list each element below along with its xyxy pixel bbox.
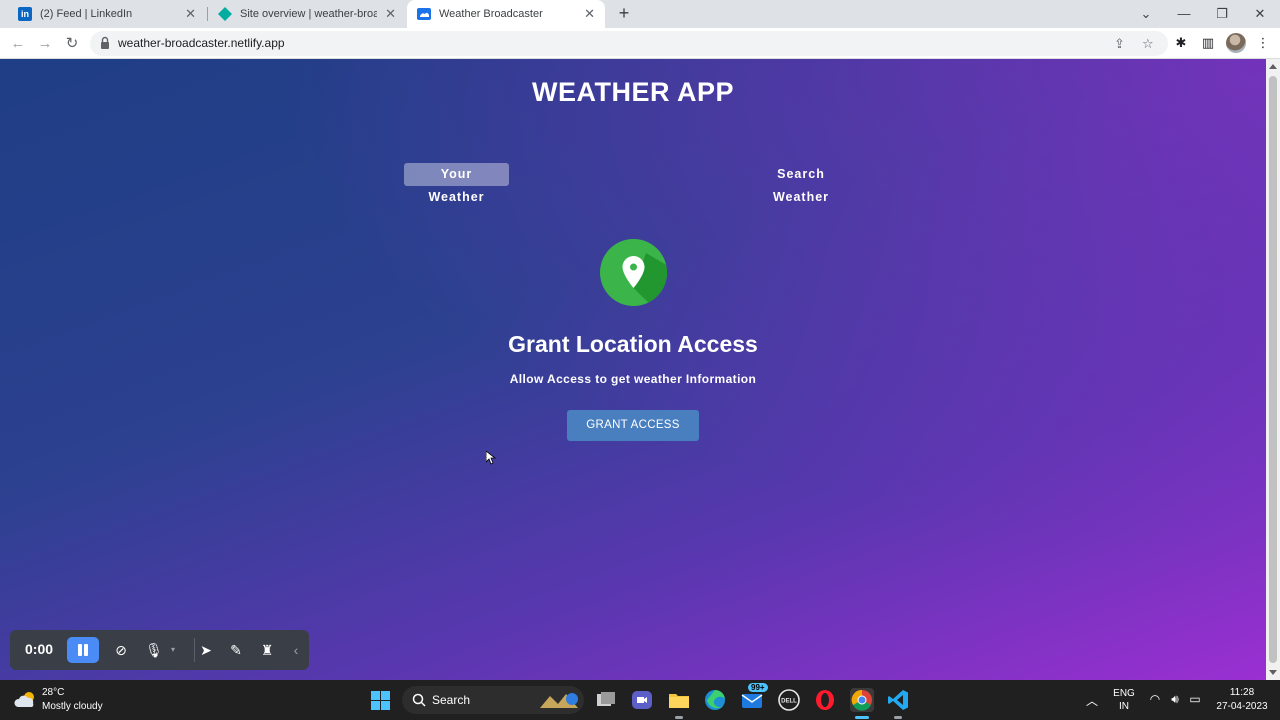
chrome-browser-icon[interactable] [850,688,874,712]
mail-icon[interactable]: 99+ [740,683,768,712]
netlify-icon [218,7,232,21]
tab-your-weather[interactable]: Your Weather [404,163,509,204]
cloud-sun-icon [14,692,34,707]
svg-text:DELL: DELL [781,699,797,705]
grant-location-title: Grant Location Access [508,331,758,357]
windows-taskbar: 28°C Mostly cloudy Search 99+ DELL ︿ ENG… [0,680,1280,720]
url-text: weather-broadcaster.netlify.app [118,36,285,50]
new-tab-button[interactable]: + [614,4,634,24]
volume-icon[interactable]: 🔊︎ [1167,692,1183,707]
dell-icon[interactable]: DELL [777,688,801,712]
scrollbar-thumb[interactable] [1269,76,1277,663]
screen-recorder-toolbar: 0:00 ⊘ 🎙︎ ▾ ➤ ✎ ♜ ‹ [10,630,309,670]
grant-access-button[interactable]: GRANT ACCESS [567,410,699,441]
active-app-indicator [855,716,869,719]
region-indicator: IN [1119,701,1129,712]
mic-off-icon[interactable]: 🎙︎ [144,640,164,660]
search-highlight-icon [540,693,578,708]
profile-avatar[interactable] [1226,33,1246,53]
windows-start-icon[interactable] [371,691,390,710]
file-explorer-icon[interactable] [667,688,691,712]
running-indicator [894,716,902,719]
reload-icon[interactable]: ↻ [62,34,82,54]
tray-overflow-chevron-icon[interactable]: ︿ [1084,692,1100,709]
recorder-separator [194,638,195,662]
clock-date: 27-04-2023 [1216,701,1268,712]
mouse-cursor-icon [486,451,496,465]
tab-linkedin[interactable]: in (2) Feed | LinkedIn ✕ [8,0,206,28]
camera-off-icon[interactable]: ⊘ [111,640,131,660]
address-bar[interactable]: weather-broadcaster.netlify.app ⇪ ☆ [90,31,1168,56]
mail-badge: 99+ [748,683,768,692]
tab-search-weather[interactable]: Search Weather [741,163,861,204]
scroll-up-icon[interactable] [1269,64,1277,69]
lock-icon [101,36,109,49]
forward-arrow-icon[interactable]: → [35,34,55,54]
tab-search-chevron-icon[interactable]: ⌄ [1134,4,1158,24]
mic-dropdown-icon[interactable]: ▾ [168,640,178,660]
battery-icon[interactable]: ▭ [1187,692,1203,706]
running-indicator [675,716,683,719]
tab-weather-broadcaster[interactable]: Weather Broadcaster ✕ [407,0,605,28]
extensions-puzzle-icon[interactable]: ✱ [1172,34,1190,52]
close-icon[interactable]: ✕ [185,6,196,22]
opera-browser-icon[interactable] [813,688,837,712]
minimize-icon[interactable]: — [1172,4,1196,24]
weather-temperature: 28°C [42,687,65,698]
tab-netlify[interactable]: Site overview | weather-broadcaster ✕ [208,0,406,28]
bookmark-star-icon[interactable]: ☆ [1142,36,1154,52]
maximize-icon[interactable]: ❐ [1210,4,1234,24]
back-arrow-icon[interactable]: ← [8,34,28,54]
pen-tool-icon[interactable]: ✎ [226,640,246,660]
linkedin-icon: in [18,7,32,21]
taskbar-search[interactable]: Search [402,686,584,714]
side-panel-icon[interactable]: ▥ [1199,34,1217,52]
wifi-icon[interactable]: ◠ [1147,692,1163,706]
clock-time[interactable]: 11:28 [1212,687,1272,698]
grant-location-subtitle: Allow Access to get weather Information [509,372,757,386]
language-indicator[interactable]: ENG [1110,688,1138,699]
edge-browser-icon[interactable] [703,688,727,712]
recording-timer: 0:00 [25,641,54,657]
eraser-tool-icon[interactable]: ♜ [257,640,277,660]
pointer-tool-icon[interactable]: ➤ [196,640,216,660]
teams-meet-icon[interactable] [630,688,654,712]
tab-title: Site overview | weather-broadcaster [240,8,378,20]
scroll-down-icon[interactable] [1269,670,1277,675]
weather-description: Mostly cloudy [42,701,103,712]
location-pin-icon [600,239,667,306]
page-scrollbar[interactable] [1266,59,1280,680]
tab-title: Weather Broadcaster [439,8,543,20]
tab-title: (2) Feed | LinkedIn [40,8,133,20]
page-viewport: WEATHER APP Your Weather Search Weather … [0,59,1266,680]
window-close-icon[interactable]: ✕ [1248,4,1272,24]
weather-icon [417,7,431,21]
browser-toolbar: ← → ↻ weather-broadcaster.netlify.app ⇪ … [0,28,1280,59]
task-view-icon[interactable] [594,688,618,712]
pause-button[interactable] [67,637,99,663]
share-icon[interactable]: ⇪ [1114,36,1125,52]
kebab-menu-icon[interactable]: ⋮ [1254,34,1272,52]
browser-tab-strip: in (2) Feed | LinkedIn ✕ Site overview |… [0,0,1280,28]
collapse-chevron-icon[interactable]: ‹ [286,640,306,660]
weather-widget[interactable]: 28°C Mostly cloudy [14,687,134,715]
close-icon[interactable]: ✕ [385,6,396,22]
search-icon [412,693,426,707]
close-icon[interactable]: ✕ [584,6,595,22]
search-label: Search [432,693,471,707]
vscode-icon[interactable] [886,688,910,712]
app-title: WEATHER APP [531,77,734,107]
